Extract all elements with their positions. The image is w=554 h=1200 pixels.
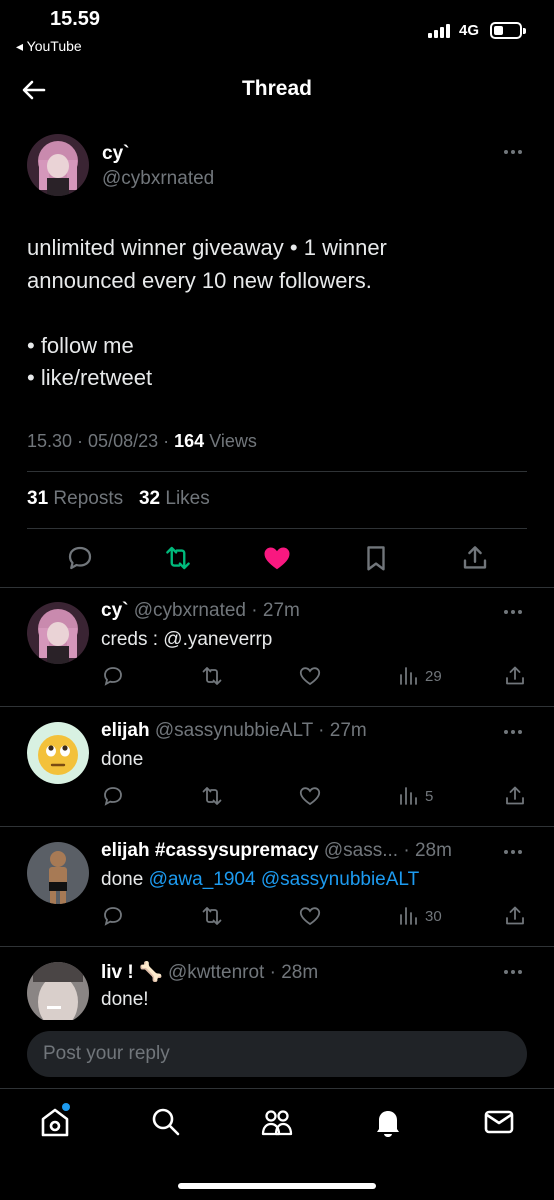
divider [27,471,527,472]
engagement-stats: 31 Reposts 32 Likes [27,488,210,510]
reply-age: 27m [262,600,300,621]
messages-icon[interactable] [482,1105,516,1139]
home-indicator[interactable] [178,1183,376,1189]
avatar[interactable] [27,722,89,784]
reply-view-count: 29 [425,668,442,685]
mention-link[interactable]: @sassynubbieALT [261,869,419,890]
share-icon[interactable] [503,664,527,688]
tweet-body: unlimited winner giveaway • 1 winner ann… [27,232,527,395]
reply-header: cy` @cybxrnated · 27m [101,600,300,621]
reply-input[interactable]: Post your reply [27,1031,527,1077]
retweet-icon[interactable] [200,904,224,928]
bookmark-icon[interactable] [361,543,391,573]
tweet-line: announced every 10 new followers. [27,267,372,293]
tweet-line: • like/retweet [27,365,153,390]
divider [27,528,527,529]
like-icon[interactable] [298,664,322,688]
retweet-icon[interactable] [200,784,224,808]
reply-item[interactable]: elijah @sassynubbieALT · 27m done 5 [0,707,554,826]
reply-text: done @awa_1904 @sassynubbieALT [101,869,419,891]
network-type: 4G [459,22,480,39]
reply-header: liv ! 🦴 @kwttenrot · 28m [101,962,319,983]
mention-link[interactable]: @awa_1904 [149,869,256,890]
reply-header: elijah #cassysupremacy @sass... · 28m [101,840,452,861]
reply-age: 28m [281,962,319,983]
views-icon[interactable] [397,664,421,688]
reply-icon[interactable] [65,543,95,573]
tweet-time: 15.30 [27,431,73,451]
reply-author-name[interactable]: elijah #cassysupremacy [101,840,319,861]
reply-age: 27m [329,720,367,741]
share-icon[interactable] [503,904,527,928]
status-bar: 15.59 ◂ YouTube 4G [0,0,554,62]
likes-count: 32 [138,488,161,509]
tweet-meta: 15.30 · 05/08/23 · 164 Views [27,431,257,451]
reply-age: 28m [414,840,452,861]
more-icon[interactable] [504,848,526,856]
author-name[interactable]: cy` [102,143,129,165]
avatar[interactable] [27,962,89,1020]
share-icon[interactable] [460,543,490,573]
back-to-app-link[interactable]: ◂ YouTube [16,38,82,55]
reply-icon[interactable] [101,664,125,688]
reply-text-body: done [101,869,144,890]
reply-author-handle[interactable]: @kwttenrot [168,962,264,983]
search-icon[interactable] [149,1105,183,1139]
reply-input-placeholder: Post your reply [43,1043,170,1064]
battery-icon [490,22,526,39]
reply-icon[interactable] [101,904,125,928]
more-icon[interactable] [504,728,526,736]
author-handle[interactable]: @cybxrnated [102,168,214,190]
tweet-actions [0,540,554,576]
reply-view-count: 30 [425,908,442,925]
reply-author-name[interactable]: elijah [101,720,150,741]
tweet-line: • follow me [27,332,134,358]
reply-icon[interactable] [101,784,125,808]
tweet-date: 05/08/23 [88,431,159,451]
page-title: Thread [241,77,312,100]
retweet-icon[interactable] [200,664,224,688]
tweet-line: unlimited winner giveaway • 1 winner [27,235,387,260]
reply-author-handle[interactable]: @cybxrnated [134,600,246,621]
reply-author-handle[interactable]: @sass... [324,840,398,861]
avatar[interactable] [27,602,89,664]
likes-label: Likes [165,488,210,509]
more-icon[interactable] [504,968,526,976]
signal-icon [428,24,450,38]
reply-view-count: 5 [425,788,434,805]
reply-text: done! [101,989,149,1010]
reply-author-name[interactable]: liv ! 🦴 [101,962,163,983]
share-icon[interactable] [503,784,527,808]
reposts-count: 31 [27,488,49,509]
reply-item[interactable]: elijah #cassysupremacy @sass... · 28m do… [0,827,554,946]
reply-item[interactable]: cy` @cybxrnated · 27m creds : @.yaneverr… [0,588,554,706]
tweet-line [27,297,527,330]
reply-item[interactable]: liv ! 🦴 @kwttenrot · 28m done! [0,947,554,1020]
view-count: 164 [174,431,205,451]
reply-author-name[interactable]: cy` [101,600,128,621]
like-icon[interactable] [298,904,322,928]
reposts-stat[interactable]: 31 Reposts [27,488,123,509]
notification-dot [62,1103,70,1111]
likes-stat[interactable]: 32 Likes [139,488,210,509]
like-icon[interactable] [262,543,292,573]
reply-text: creds : @.yaneverrp [101,629,273,650]
avatar[interactable] [27,134,89,196]
reply-author-handle[interactable]: @sassynubbieALT [155,720,313,741]
thread-header: Thread [0,62,554,118]
retweet-icon[interactable] [163,543,193,573]
communities-icon[interactable] [260,1105,294,1139]
reply-header: elijah @sassynubbieALT · 27m [101,720,367,741]
notifications-icon[interactable] [371,1105,405,1139]
more-icon[interactable] [504,148,526,156]
views-icon[interactable] [397,784,421,808]
status-time: 15.59 [50,8,101,30]
views-icon[interactable] [397,904,421,928]
views-label: Views [209,431,257,451]
reposts-label: Reposts [53,488,124,509]
more-icon[interactable] [504,608,526,616]
reply-text: done [101,749,144,770]
like-icon[interactable] [298,784,322,808]
avatar[interactable] [27,842,89,904]
